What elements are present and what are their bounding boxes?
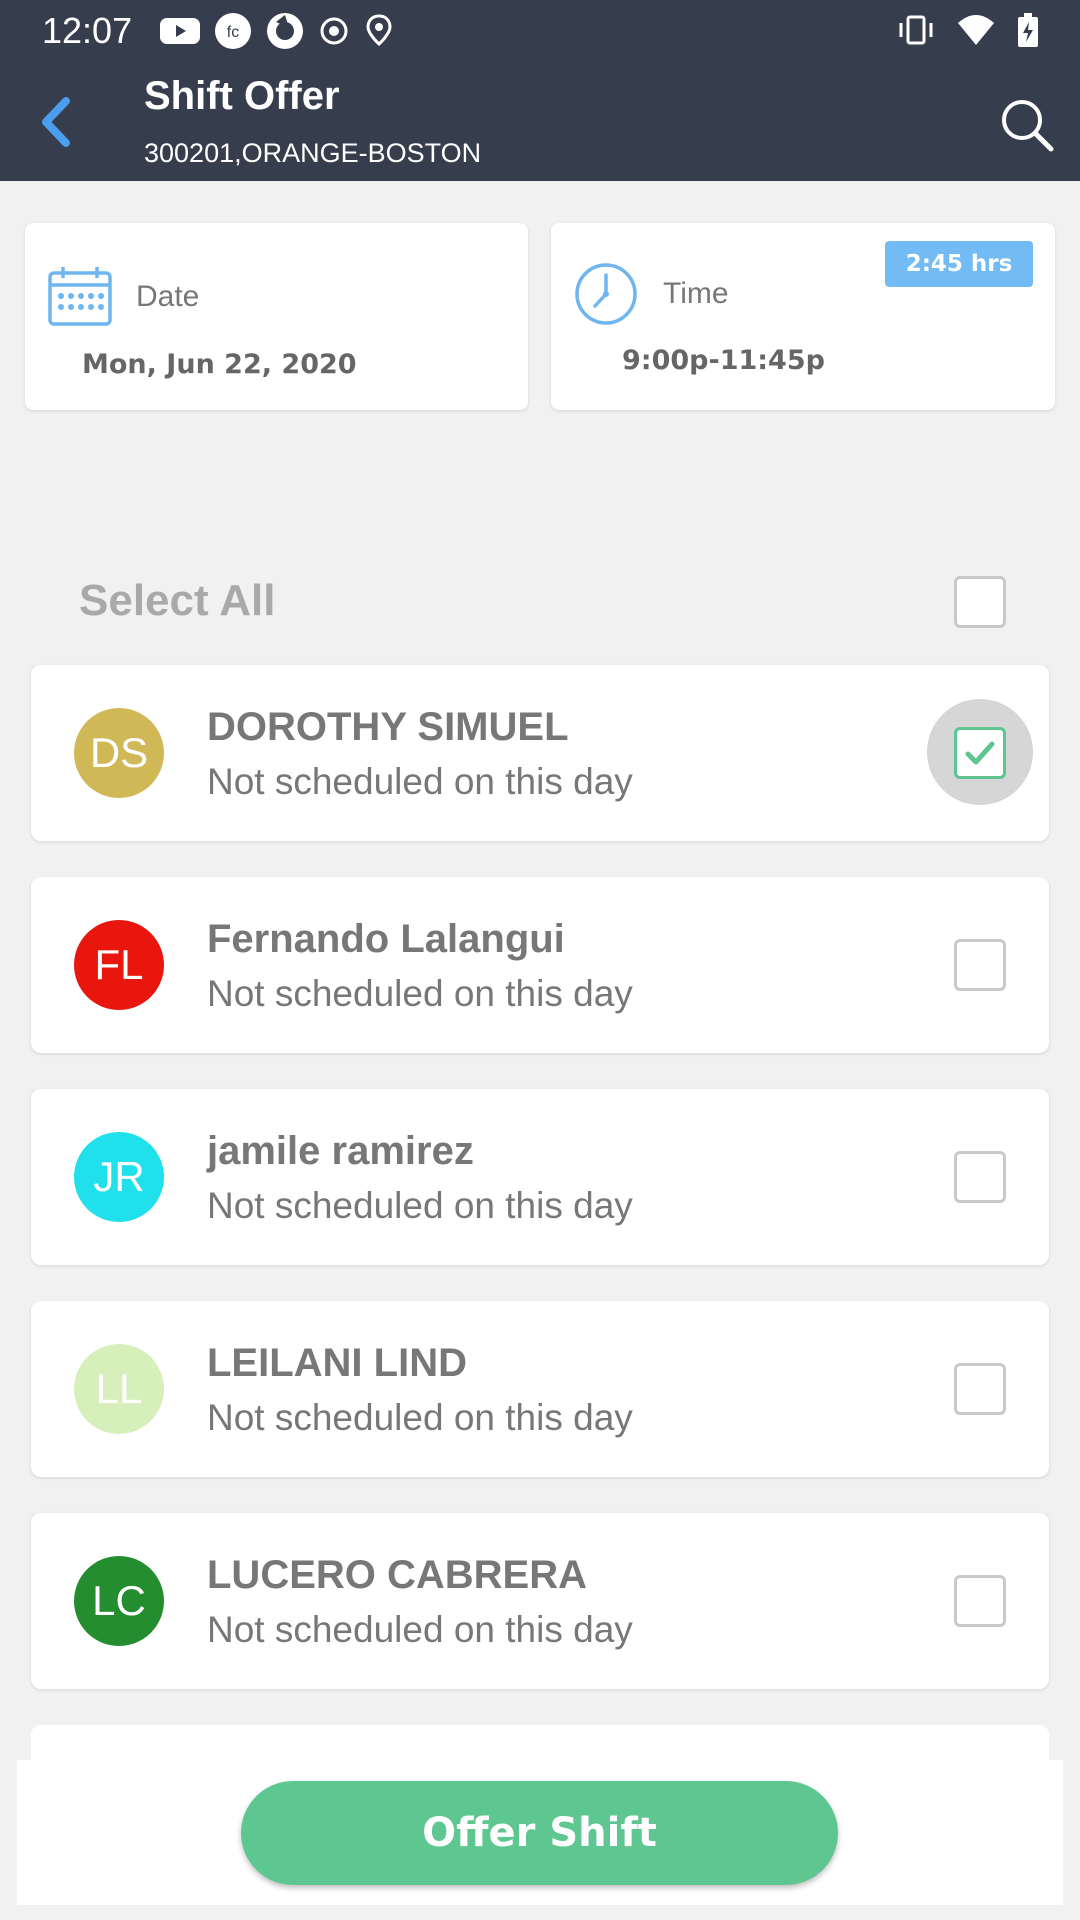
employee-card[interactable]: FL Fernando Lalangui Not scheduled on th…	[31, 877, 1049, 1053]
select-all-label: Select All	[79, 576, 276, 625]
employee-card[interactable]: LC LUCERO CABRERA Not scheduled on this …	[31, 1513, 1049, 1689]
employee-checkbox[interactable]	[954, 727, 1006, 779]
search-icon	[1002, 100, 1054, 152]
avatar: JR	[74, 1132, 164, 1222]
employee-card[interactable]: LL LEILANI LIND Not scheduled on this da…	[31, 1301, 1049, 1477]
employee-status: Not scheduled on this day	[207, 973, 633, 1014]
time-card[interactable]: 2:45 hrs Time 9:00p-11:45p	[551, 223, 1055, 410]
employee-card[interactable]: DS DOROTHY SIMUEL Not scheduled on this …	[31, 665, 1049, 841]
system-icons	[896, 12, 1040, 48]
date-value: Mon, Jun 22, 2020	[82, 349, 357, 380]
status-time: 12:07	[42, 10, 133, 51]
employee-name: DOROTHY SIMUEL	[207, 705, 569, 749]
employee-name: LEILANI LIND	[207, 1341, 467, 1385]
fc-app-icon: fc	[215, 13, 251, 49]
avatar: FL	[74, 920, 164, 1010]
avatar: LC	[74, 1556, 164, 1646]
select-all-checkbox[interactable]	[954, 576, 1006, 628]
employee-status: Not scheduled on this day	[207, 1609, 633, 1650]
back-button[interactable]	[30, 92, 80, 152]
employee-name: Fernando Lalangui	[207, 917, 565, 961]
employee-checkbox[interactable]	[954, 1363, 1006, 1415]
wifi-icon	[958, 15, 994, 45]
page-subtitle: 300201,ORANGE-BOSTON	[144, 138, 482, 168]
page-title: Shift Offer	[144, 74, 340, 118]
offer-shift-button[interactable]: Offer Shift	[241, 1781, 838, 1885]
vibrate-icon	[899, 15, 933, 45]
employee-checkbox[interactable]	[954, 1151, 1006, 1203]
employee-checkbox[interactable]	[954, 1575, 1006, 1627]
svg-text:fc: fc	[227, 24, 239, 41]
search-button[interactable]	[994, 92, 1060, 158]
employee-name: LUCERO CABRERA	[207, 1553, 587, 1597]
shutter-app-icon	[267, 13, 303, 49]
app-bar: Shift Offer 300201,ORANGE-BOSTON	[0, 62, 1080, 181]
employee-status: Not scheduled on this day	[207, 761, 633, 802]
notification-icons: fc	[160, 12, 394, 50]
time-label: Time	[663, 277, 729, 310]
youtube-icon	[160, 18, 200, 44]
record-icon	[320, 17, 348, 45]
status-bar: 12:07 fc	[0, 0, 1080, 62]
date-label: Date	[136, 280, 200, 313]
duration-badge: 2:45 hrs	[885, 241, 1033, 287]
time-value: 9:00p-11:45p	[622, 345, 825, 376]
calendar-icon	[48, 267, 112, 326]
location-icon	[366, 14, 392, 47]
clock-icon	[575, 263, 637, 325]
checkmark-icon	[965, 741, 995, 765]
battery-icon	[1018, 13, 1038, 47]
avatar: LL	[74, 1344, 164, 1434]
employee-name: jamile ramirez	[207, 1129, 474, 1173]
employee-status: Not scheduled on this day	[207, 1397, 633, 1438]
employee-checkbox[interactable]	[954, 939, 1006, 991]
employee-card[interactable]: JR jamile ramirez Not scheduled on this …	[31, 1089, 1049, 1265]
date-card[interactable]: Date Mon, Jun 22, 2020	[25, 223, 528, 410]
chevron-left-icon	[42, 97, 70, 147]
employee-status: Not scheduled on this day	[207, 1185, 633, 1226]
avatar: DS	[74, 708, 164, 798]
